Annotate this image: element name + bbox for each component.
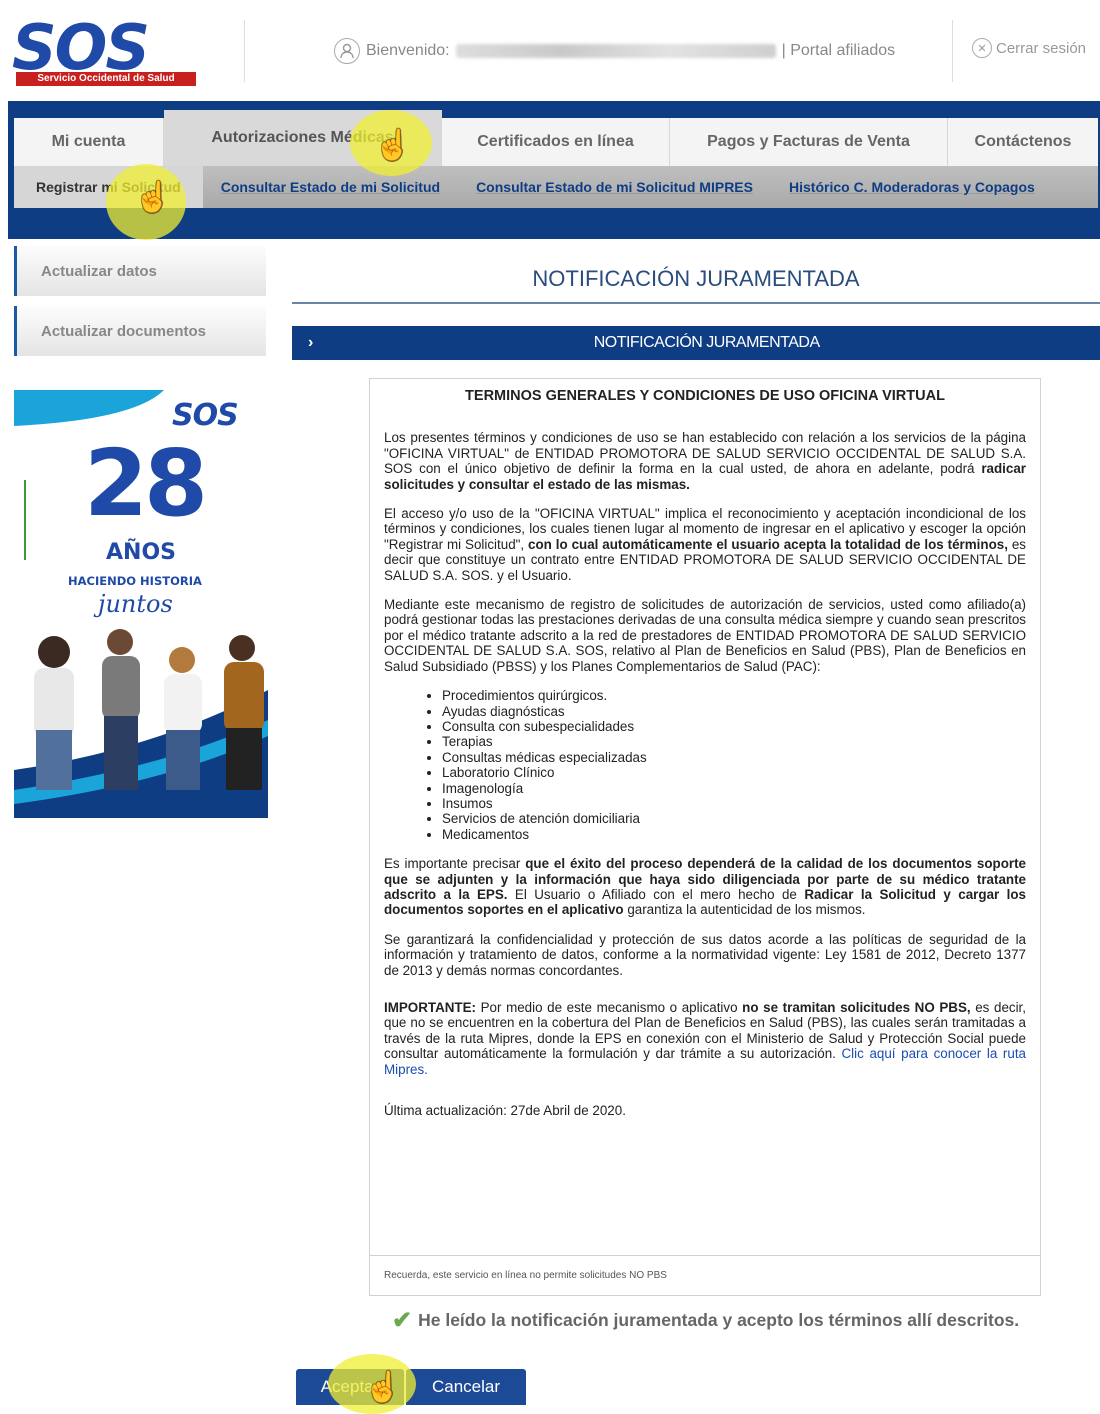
footer-note: Recuerda, este servicio en línea no perm… xyxy=(369,1256,1041,1296)
welcome-label: Bienvenido: xyxy=(366,42,450,59)
tab-pagos-facturas[interactable]: Pagos y Facturas de Venta xyxy=(670,118,948,166)
sos-logo[interactable]: SOS Servicio Occidental de Salud xyxy=(12,11,202,88)
sidebar-item-actualizar-documentos[interactable]: Actualizar documentos xyxy=(14,306,266,356)
terms-paragraph: Los presentes términos y condiciones de … xyxy=(384,430,1026,492)
list-item: Servicios de atención domiciliaria xyxy=(442,811,1026,826)
list-item: Procedimientos quirúrgicos. xyxy=(442,688,1026,703)
terms-paragraph: Mediante este mecanismo de registro de s… xyxy=(384,597,1026,674)
terms-paragraph: Se garantizará la confidencialidad y pro… xyxy=(384,931,1026,978)
portal-label: | Portal afiliados xyxy=(781,42,896,59)
list-item: Laboratorio Clínico xyxy=(442,765,1026,780)
pointer-hand-icon: ☝ xyxy=(134,181,172,214)
sidebar-item-actualizar-datos[interactable]: Actualizar datos xyxy=(14,246,266,296)
check-icon: ✔ xyxy=(392,1307,413,1334)
page-title: NOTIFICACIÓN JURAMENTADA xyxy=(532,266,860,291)
main-nav: Mi cuenta Autorizaciones Médicas Certifi… xyxy=(14,110,1098,166)
user-icon xyxy=(334,38,360,64)
pointer-hand-icon: ☝ xyxy=(374,129,412,162)
list-item: Terapias xyxy=(442,734,1026,749)
terms-document: TERMINOS GENERALES Y CONDICIONES DE USO … xyxy=(369,378,1041,1256)
user-name-redacted xyxy=(455,44,776,58)
header-divider xyxy=(244,20,245,82)
list-item: Ayudas diagnósticas xyxy=(442,704,1026,719)
text-span: garantiza la autenticidad de los mismos. xyxy=(623,902,866,918)
section-header[interactable]: › NOTIFICACIÓN JURAMENTADA xyxy=(292,326,1100,360)
text-span: Los presentes términos y condiciones de … xyxy=(384,430,1026,477)
logo-text: SOS xyxy=(12,11,150,84)
banner-script: juntos xyxy=(98,590,173,618)
logout-label: Cerrar sesión xyxy=(996,39,1087,57)
last-updated: Última actualización: 27de Abril de 2020… xyxy=(384,1103,626,1119)
bold-span: con lo cual automáticamente el usuario a… xyxy=(528,536,1008,552)
text-span: Es importante precisar xyxy=(384,856,526,872)
terms-paragraph: IMPORTANTE: Por medio de este mecanismo … xyxy=(384,1000,1026,1077)
list-item: Imagenología xyxy=(442,781,1026,796)
close-circle-icon: ✕ xyxy=(972,38,992,58)
banner-years-label: AÑOS xyxy=(106,540,176,565)
welcome-area: Bienvenido: | Portal afiliados xyxy=(334,38,895,64)
terms-paragraph: El acceso y/o uso de la "OFICINA VIRTUAL… xyxy=(384,506,1026,583)
banner-years-number: 28 xyxy=(84,430,208,537)
terms-heading: TERMINOS GENERALES Y CONDICIONES DE USO … xyxy=(465,388,945,404)
accept-terms-label: He leído la notificación juramentada y a… xyxy=(418,1310,1020,1330)
banner-brand: SOS xyxy=(172,398,239,433)
subtab-consultar-mipres[interactable]: Consultar Estado de mi Solicitud MIPRES xyxy=(458,179,771,195)
banner-tagline: HACIENDO HISTORIA xyxy=(68,574,202,588)
terms-paragraph: Es importante precisar que el éxito del … xyxy=(384,856,1026,918)
pointer-hand-icon: ☝ xyxy=(364,1371,402,1404)
tab-contactenos[interactable]: Contáctenos xyxy=(948,118,1098,166)
subtab-consultar-estado[interactable]: Consultar Estado de mi Solicitud xyxy=(203,179,458,195)
services-list: Procedimientos quirúrgicos. Ayudas diagn… xyxy=(384,688,1026,842)
text-span: Por medio de este mecanismo o aplicativo xyxy=(476,1000,743,1015)
list-item: Insumos xyxy=(442,796,1026,811)
list-item: Medicamentos xyxy=(442,827,1026,842)
text-span: El Usuario o Afiliado con el mero hecho … xyxy=(507,886,805,902)
subtab-historico-copagos[interactable]: Histórico C. Moderadoras y Copagos xyxy=(771,179,1053,195)
section-header-label: NOTIFICACIÓN JURAMENTADA xyxy=(593,334,820,351)
bold-span: IMPORTANTE: xyxy=(384,1000,476,1015)
list-item: Consulta con subespecialidades xyxy=(442,719,1026,734)
tab-mi-cuenta[interactable]: Mi cuenta xyxy=(14,118,164,166)
list-item: Consultas médicas especializadas xyxy=(442,750,1026,765)
cancel-button[interactable]: Cancelar xyxy=(406,1369,526,1405)
tab-certificados[interactable]: Certificados en línea xyxy=(442,118,670,166)
logout-link[interactable]: ✕ Cerrar sesión xyxy=(972,38,1086,58)
accept-terms-checkbox[interactable]: ✔ He leído la notificación juramentada y… xyxy=(392,1306,1019,1335)
title-divider xyxy=(292,302,1100,304)
header-divider xyxy=(952,20,953,82)
anniversary-banner: SOS 28 AÑOS HACIENDO HISTORIA juntos xyxy=(14,390,268,818)
logo-tagline: Servicio Occidental de Salud xyxy=(16,72,196,86)
bold-span: no se tramitan solicitudes NO PBS, xyxy=(742,1000,971,1015)
